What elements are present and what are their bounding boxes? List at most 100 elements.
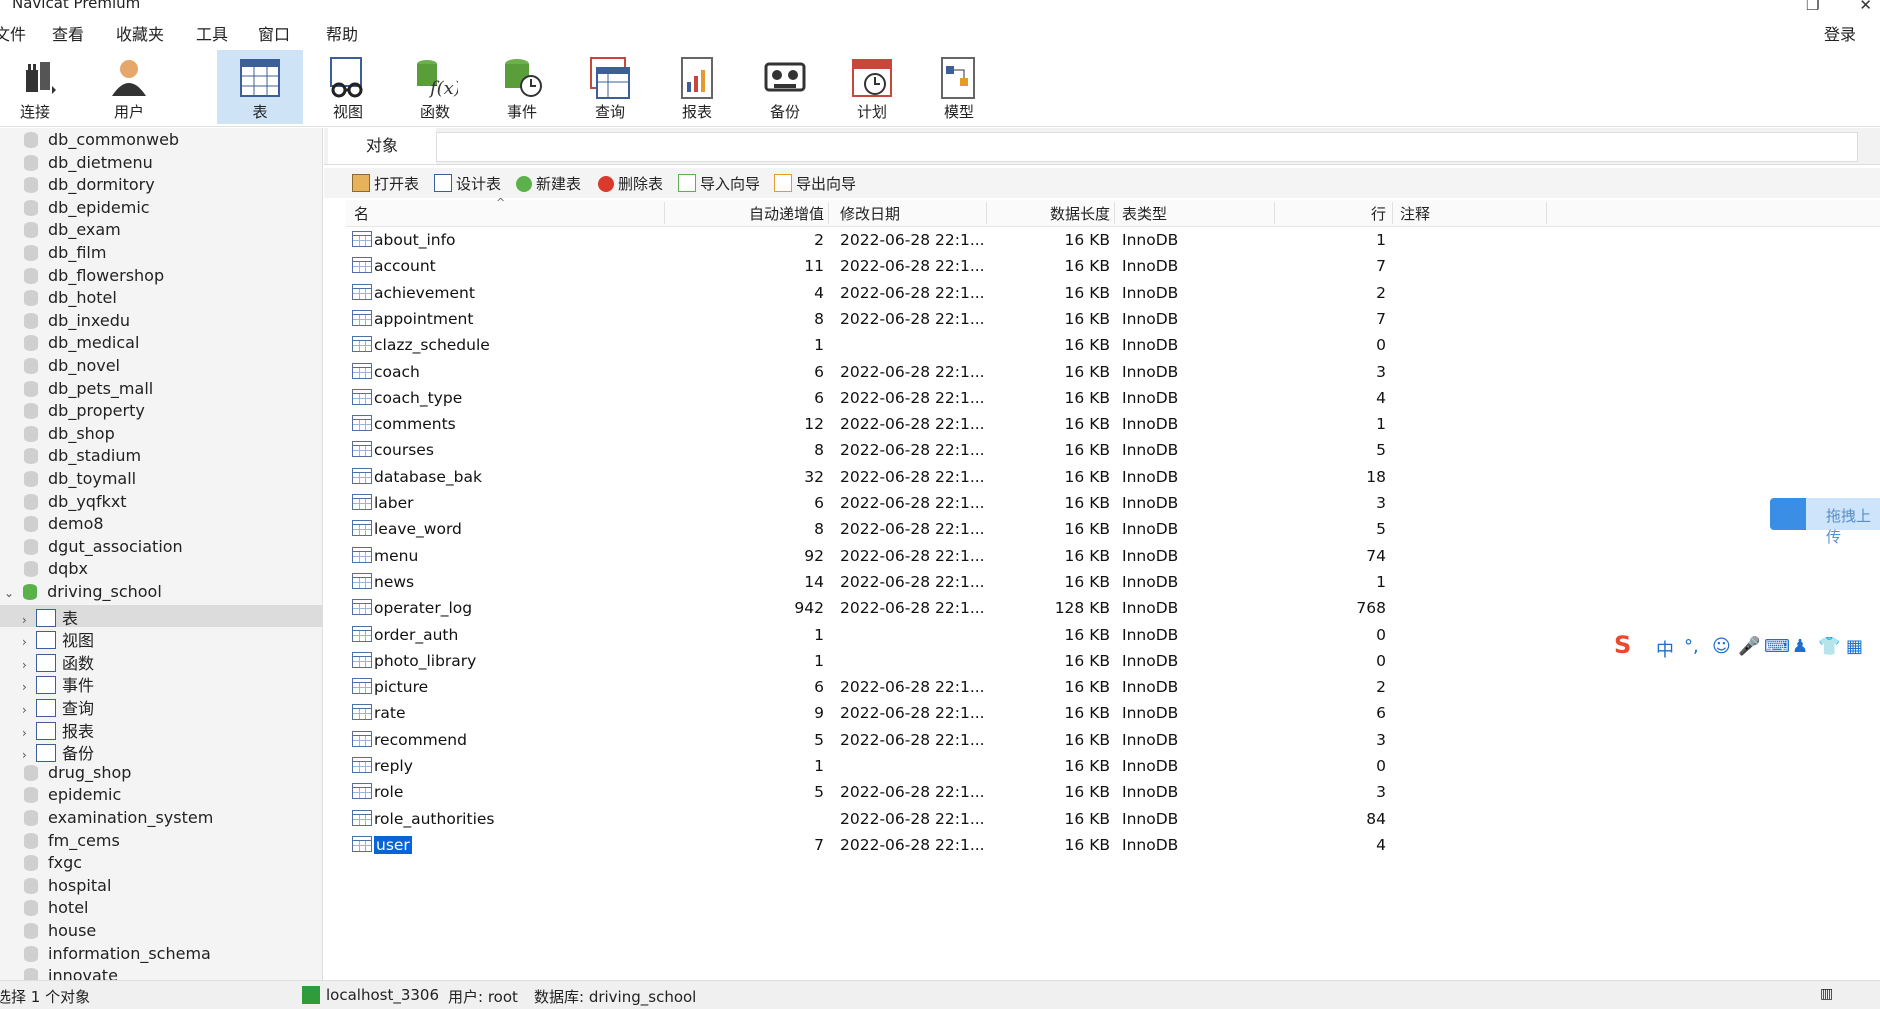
tree-database[interactable]: examination_system	[24, 808, 213, 830]
tree-database[interactable]: demo8	[24, 514, 104, 536]
tree-database[interactable]: db_shop	[24, 424, 115, 446]
table-row[interactable]: rate 9 2022-06-28 22:1... 16 KB InnoDB 6	[346, 701, 1880, 727]
table-row[interactable]: operater_log 942 2022-06-28 22:1... 128 KB I…	[346, 596, 1880, 622]
table-row[interactable]: leave_word 8 2022-06-28 22:1... 16 KB InnoDB…	[346, 517, 1880, 543]
microphone-icon[interactable]: 🎤	[1738, 636, 1760, 657]
table-row[interactable]: account 11 2022-06-28 22:1... 16 KB InnoDB 7	[346, 254, 1880, 280]
skin-icon[interactable]: 👕	[1818, 636, 1840, 657]
tree-database[interactable]: information_schema	[24, 944, 211, 966]
table-row[interactable]: role_authorities 2022-06-28 22:1... 16 KB I…	[346, 807, 1880, 833]
table-row[interactable]: news 14 2022-06-28 22:1... 16 KB InnoDB 1	[346, 570, 1880, 596]
col-comment[interactable]: 注释	[1400, 203, 1430, 224]
tree-database[interactable]: house	[24, 921, 96, 943]
ime-chinese-toggle[interactable]: 中	[1656, 636, 1674, 662]
login-link[interactable]: 登录	[1824, 21, 1856, 45]
import-wizard-button[interactable]: 导入向导	[678, 173, 760, 194]
tree-database[interactable]: db_medical	[24, 333, 139, 355]
chevron-right-icon[interactable]: ›	[22, 658, 36, 672]
table-row[interactable]: recommend 5 2022-06-28 22:1... 16 KB InnoDB 3	[346, 728, 1880, 754]
export-wizard-button[interactable]: 导出向导	[774, 173, 856, 194]
col-modified[interactable]: 修改日期	[840, 203, 900, 224]
toolbar-connect-button[interactable]: 连接	[0, 50, 78, 124]
tree-database[interactable]: db_epidemic	[24, 198, 150, 220]
tree-database[interactable]: db_exam	[24, 220, 121, 242]
tree-database[interactable]: hotel	[24, 898, 89, 920]
menu-window[interactable]: 窗口	[258, 21, 290, 45]
tree-database[interactable]: db_film	[24, 243, 106, 265]
menu-tools[interactable]: 工具	[196, 21, 228, 45]
drag-upload-button[interactable]: 拖拽上传	[1770, 498, 1880, 546]
chevron-down-icon[interactable]: ⌄	[4, 586, 18, 600]
tree-database[interactable]: fm_cems	[24, 831, 120, 853]
tree-database[interactable]: db_toymall	[24, 469, 136, 491]
new-table-button[interactable]: 新建表	[516, 173, 581, 194]
tree-database[interactable]: db_commonweb	[24, 130, 179, 152]
menu-help[interactable]: 帮助	[326, 21, 358, 45]
tree-node-view[interactable]: › 视图	[0, 627, 322, 650]
table-row[interactable]: about_info 2 2022-06-28 22:1... 16 KB InnoDB…	[346, 228, 1880, 254]
table-row[interactable]: appointment 8 2022-06-28 22:1... 16 KB InnoD…	[346, 307, 1880, 333]
toolbar-event-button[interactable]: 事件	[479, 50, 565, 124]
col-name[interactable]: 名	[354, 203, 369, 224]
toolbar-user-button[interactable]: 用户	[86, 50, 172, 124]
toolbar-view-button[interactable]: 视图	[305, 50, 391, 124]
tree-node-backup[interactable]: › 备份	[0, 740, 322, 763]
table-row[interactable]: user 7 2022-06-28 22:1... 16 KB InnoDB 4	[346, 833, 1880, 859]
menu-view[interactable]: 查看	[52, 21, 84, 45]
toolbox-icon[interactable]: ♟	[1792, 636, 1808, 657]
tree-database[interactable]: hospital	[24, 876, 111, 898]
table-row[interactable]: clazz_schedule 1 16 KB InnoDB 0	[346, 333, 1880, 359]
tree-database[interactable]: db_novel	[24, 356, 120, 378]
chevron-right-icon[interactable]: ›	[22, 613, 36, 627]
toolbar-schedule-button[interactable]: 计划	[829, 50, 915, 124]
delete-table-button[interactable]: 删除表	[598, 173, 663, 194]
chevron-right-icon[interactable]: ›	[22, 726, 36, 740]
chevron-right-icon[interactable]: ›	[22, 748, 36, 762]
col-auto-increment[interactable]: 自动递增值	[676, 203, 824, 224]
chevron-right-icon[interactable]: ›	[22, 703, 36, 717]
table-row[interactable]: database_bak 32 2022-06-28 22:1... 16 KB Inn…	[346, 465, 1880, 491]
table-row[interactable]: coach_type 6 2022-06-28 22:1... 16 KB InnoDB…	[346, 386, 1880, 412]
tree-database[interactable]: db_flowershop	[24, 266, 164, 288]
tree-database[interactable]: db_stadium	[24, 446, 141, 468]
restore-icon[interactable]: ❐	[1806, 0, 1819, 14]
table-row[interactable]: courses 8 2022-06-28 22:1... 16 KB InnoDB 5	[346, 438, 1880, 464]
sogou-logo-icon[interactable]: S	[1614, 631, 1631, 659]
tree-database-open[interactable]: ⌄ driving_school	[4, 582, 162, 604]
toolbar-backup-button[interactable]: 备份	[742, 50, 828, 124]
design-table-button[interactable]: 设计表	[434, 173, 501, 194]
tree-database[interactable]: db_pets_mall	[24, 379, 153, 401]
table-row[interactable]: laber 6 2022-06-28 22:1... 16 KB InnoDB 3	[346, 491, 1880, 517]
table-row[interactable]: reply 1 16 KB InnoDB 0	[346, 754, 1880, 780]
tree-database[interactable]: dqbx	[24, 559, 88, 581]
object-search-input[interactable]	[436, 132, 1858, 162]
toolbar-function-button[interactable]: f(x) 函数	[392, 50, 478, 124]
menu-file[interactable]: 文件	[0, 21, 26, 45]
close-icon[interactable]: ✕	[1859, 0, 1872, 14]
table-row[interactable]: coach 6 2022-06-28 22:1... 16 KB InnoDB 3	[346, 360, 1880, 386]
tree-database[interactable]: innovate	[24, 966, 118, 980]
col-rows[interactable]: 行	[1286, 203, 1386, 224]
open-table-button[interactable]: 打开表	[352, 173, 419, 194]
toolbar-model-button[interactable]: 模型	[916, 50, 1002, 124]
col-data-length[interactable]: 数据长度	[996, 203, 1110, 224]
grid-view-icon[interactable]: ▥	[1820, 986, 1833, 1002]
chevron-right-icon[interactable]: ›	[22, 680, 36, 694]
tree-database[interactable]: db_property	[24, 401, 145, 423]
table-row[interactable]: achievement 4 2022-06-28 22:1... 16 KB InnoD…	[346, 281, 1880, 307]
tree-database[interactable]: db_yqfkxt	[24, 492, 127, 514]
table-row[interactable]: role 5 2022-06-28 22:1... 16 KB InnoDB 3	[346, 780, 1880, 806]
tree-database[interactable]: db_dormitory	[24, 175, 155, 197]
tree-node-table[interactable]: › 表	[0, 604, 322, 628]
tree-database[interactable]: db_dietmenu	[24, 153, 153, 175]
tree-database[interactable]: fxgc	[24, 853, 82, 875]
keyboard-icon[interactable]: ⌨	[1764, 636, 1790, 657]
col-engine[interactable]: 表类型	[1122, 203, 1167, 224]
tree-database[interactable]: db_hotel	[24, 288, 117, 310]
tree-database[interactable]: drug_shop	[24, 763, 131, 785]
tree-database[interactable]: db_inxedu	[24, 311, 130, 333]
toolbar-report-button[interactable]: 报表	[654, 50, 740, 124]
tab-objects[interactable]: 对象	[328, 128, 436, 164]
toolbar-query-button[interactable]: 查询	[567, 50, 653, 124]
tree-database[interactable]: dgut_association	[24, 537, 183, 559]
